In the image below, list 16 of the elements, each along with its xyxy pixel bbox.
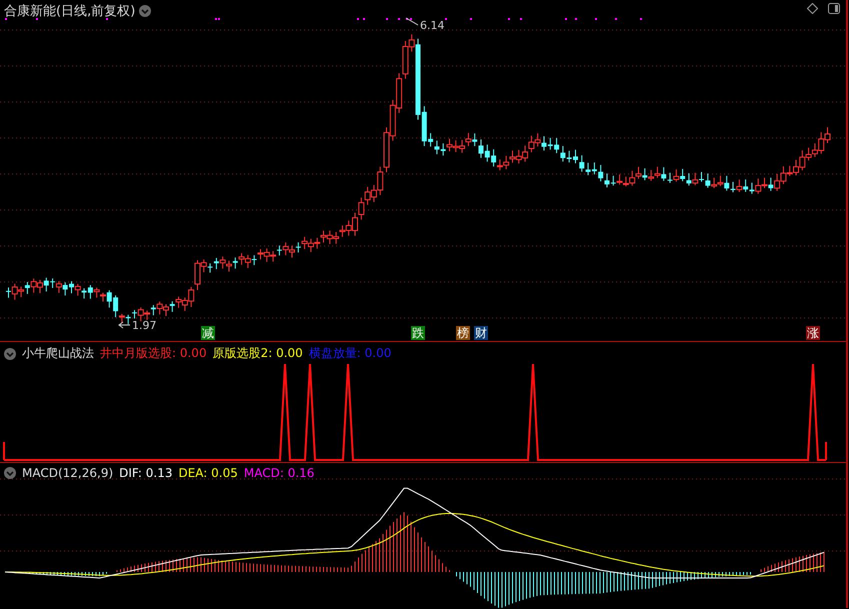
indicator-reading: 横盘放量: 0.00: [308, 345, 392, 362]
indicator-reading: 井中月版选股: 0.00: [100, 345, 207, 362]
indicator-title: MACD(12,26,9): [22, 466, 114, 480]
price-label: 1.97: [132, 319, 156, 332]
chart-title: 合康新能(日线,前复权): [4, 3, 136, 20]
signal-badge: 财: [474, 326, 488, 340]
signal-badge: 榜: [456, 326, 470, 340]
indicator-reading: DEA: 0.05: [178, 466, 238, 480]
signal-badge: 减: [201, 326, 215, 340]
indicator-reading: 原版选股2: 0.00: [212, 345, 303, 362]
indicator-title: 小牛爬山战法: [22, 345, 94, 362]
indicator-reading: DIF: 0.13: [119, 466, 172, 480]
price-label: 6.14: [420, 19, 444, 32]
indicator-reading: MACD: 0.16: [244, 466, 314, 480]
signal-badge: 涨: [806, 326, 820, 340]
signal-badge: 跌: [411, 326, 425, 340]
